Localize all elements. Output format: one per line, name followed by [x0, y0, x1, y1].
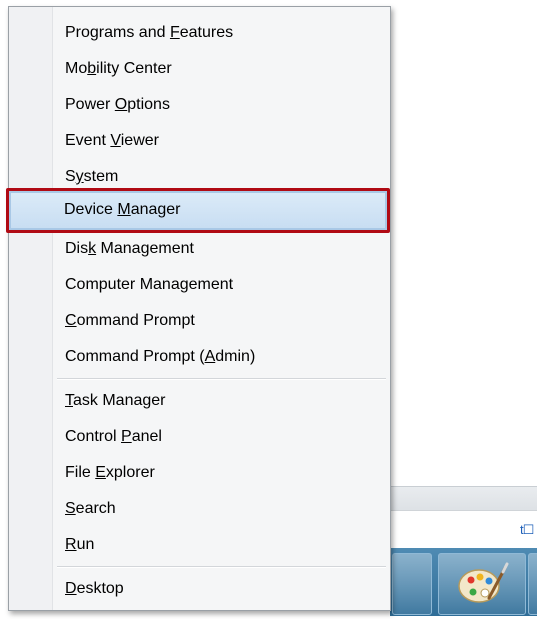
menu-item-search[interactable]: Search	[65, 491, 116, 527]
power-user-menu: Programs and Features Mobility Center Powe…	[8, 6, 391, 611]
menu-item-power-options[interactable]: Power Options	[65, 87, 170, 123]
menu-item-device-manager-highlighted[interactable]: Device Manager	[64, 192, 181, 228]
menu-item-mobility-center[interactable]: Mobility Center	[65, 51, 172, 87]
menu-item-disk-management[interactable]: Disk Management	[65, 231, 194, 267]
menu-item-run[interactable]: Run	[65, 527, 94, 563]
menu-item-control-panel[interactable]: Control Panel	[65, 419, 162, 455]
menu-item-event-viewer[interactable]: Event Viewer	[65, 123, 159, 159]
taskbar-button[interactable]	[528, 553, 537, 615]
menu-item-task-manager[interactable]: Task Manager	[65, 383, 166, 419]
menu-icon-gutter	[9, 7, 53, 610]
menu-item-file-explorer[interactable]: File Explorer	[65, 455, 155, 491]
taskbar-button[interactable]	[392, 553, 432, 615]
menu-item-computer-management[interactable]: Computer Management	[65, 267, 233, 303]
paint-taskbar-button[interactable]	[438, 553, 526, 615]
menu-separator	[57, 566, 386, 568]
menu-item-desktop[interactable]: Desktop	[65, 571, 124, 607]
background-window-toolbar	[390, 486, 537, 511]
background-address-text: t☐	[520, 522, 534, 537]
menu-separator	[57, 378, 386, 380]
background-address-bar	[390, 510, 537, 549]
menu-item-command-prompt[interactable]: Command Prompt	[65, 303, 195, 339]
menu-item-programs-and-features[interactable]: Programs and Features	[65, 15, 233, 51]
paint-palette-icon	[458, 562, 509, 603]
menu-item-command-prompt-admin[interactable]: Command Prompt (Admin)	[65, 339, 255, 375]
